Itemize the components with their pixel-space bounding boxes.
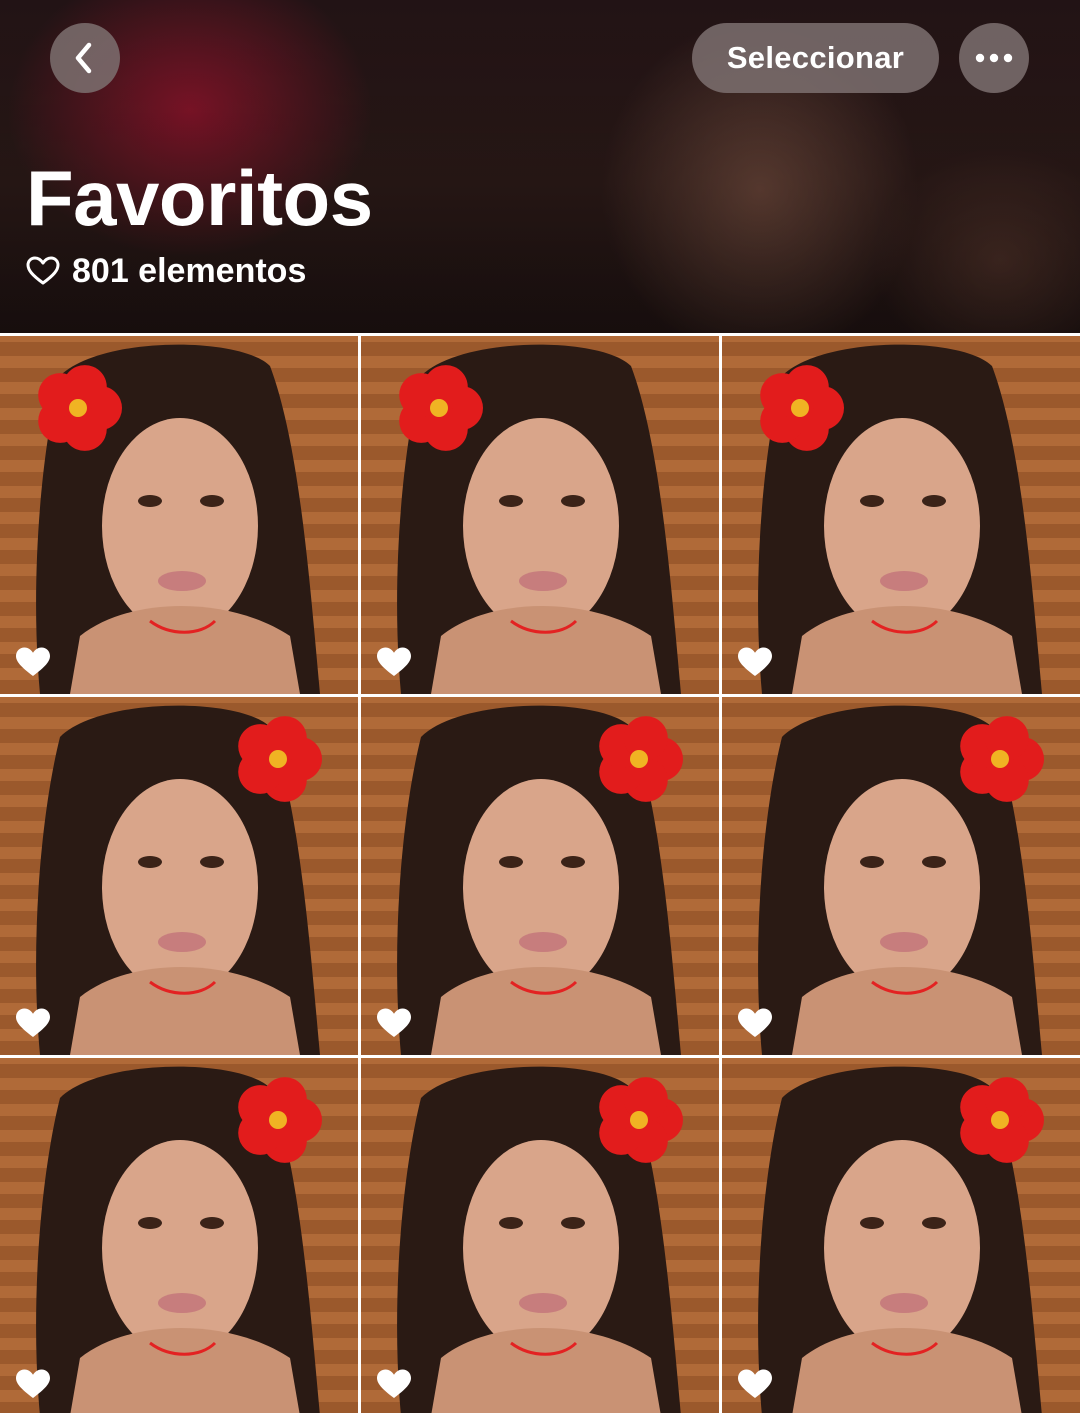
back-button[interactable] [50,23,120,93]
photo-thumbnail[interactable] [0,697,358,1055]
heart-filled-icon [16,647,50,676]
album-subtitle: 801 elementos [26,250,306,292]
photo-thumbnail[interactable] [722,697,1080,1055]
photo-thumbnail[interactable] [361,697,719,1055]
heart-filled-icon [377,1008,411,1037]
heart-filled-icon [738,1369,772,1398]
photo-thumbnail[interactable] [0,336,358,694]
more-options-button[interactable] [959,23,1029,93]
photo-thumbnail[interactable] [361,1058,719,1413]
heart-filled-icon [16,1369,50,1398]
heart-outline-icon [26,256,60,285]
photo-thumbnail[interactable] [361,336,719,694]
ellipsis-icon [975,53,1013,63]
heart-filled-icon [738,1008,772,1037]
photo-thumbnail[interactable] [722,1058,1080,1413]
heart-filled-icon [738,647,772,676]
photo-thumbnail[interactable] [722,336,1080,694]
album-title: Favoritos [26,154,373,242]
item-count: 801 elementos [72,251,307,290]
select-button[interactable]: Seleccionar [692,23,939,93]
heart-filled-icon [377,647,411,676]
heart-filled-icon [377,1369,411,1398]
album-header: Seleccionar Favoritos 801 elementos [0,0,1080,333]
heart-filled-icon [16,1008,50,1037]
photo-grid [0,336,1080,1413]
photo-thumbnail[interactable] [0,1058,358,1413]
chevron-left-icon [75,42,92,74]
